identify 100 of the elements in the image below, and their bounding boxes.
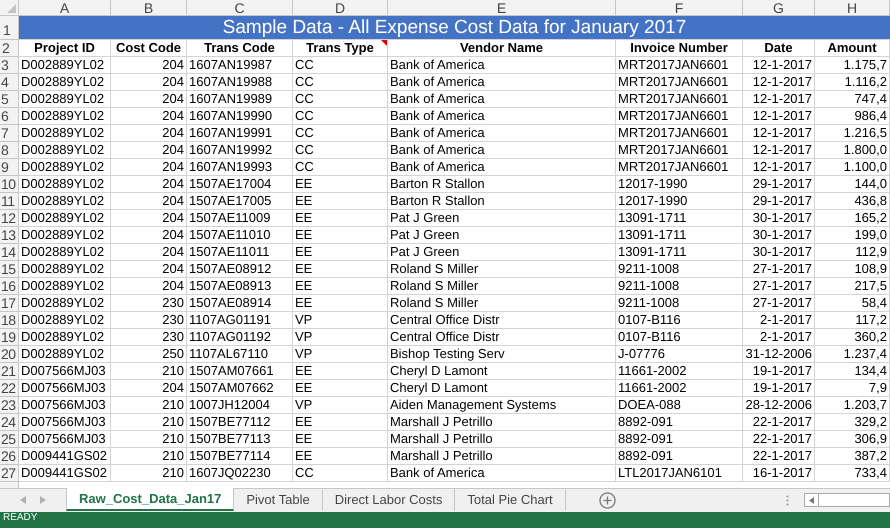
scroll-right-icon[interactable] bbox=[40, 496, 46, 504]
table-cell: D007566MJ03 bbox=[19, 414, 111, 431]
row-number[interactable]: 26 bbox=[0, 448, 19, 465]
row-number[interactable]: 21 bbox=[0, 363, 19, 380]
row-number[interactable]: 13 bbox=[0, 227, 19, 244]
row-number[interactable]: 1 bbox=[0, 16, 19, 40]
sheet-tab[interactable]: Total Pie Chart bbox=[455, 488, 566, 511]
table-cell: D002889YL02 bbox=[19, 210, 111, 227]
table-cell: 306,9 bbox=[815, 431, 890, 448]
table-cell: 1607AN19987 bbox=[187, 57, 293, 74]
table-cell: 12-1-2017 bbox=[743, 91, 815, 108]
table-cell: 27-1-2017 bbox=[743, 261, 815, 278]
table-cell: MRT2017JAN6601 bbox=[616, 159, 743, 176]
row-number[interactable]: 27 bbox=[0, 465, 19, 482]
table-cell: CC bbox=[293, 465, 388, 482]
table-cell: 204 bbox=[111, 193, 187, 210]
table-cell: 204 bbox=[111, 74, 187, 91]
table-cell: 1507AM07661 bbox=[187, 363, 293, 380]
table-cell: D007566MJ03 bbox=[19, 431, 111, 448]
row-number[interactable]: 24 bbox=[0, 414, 19, 431]
add-sheet-icon[interactable] bbox=[598, 492, 616, 509]
table-cell: 250 bbox=[111, 346, 187, 363]
table-cell: 13091-1711 bbox=[616, 244, 743, 261]
table-cell: Bank of America bbox=[388, 159, 616, 176]
column-heading-cell: Trans Code bbox=[187, 40, 293, 57]
row-number[interactable]: 8 bbox=[0, 142, 19, 159]
table-cell: Bank of America bbox=[388, 108, 616, 125]
table-cell: MRT2017JAN6601 bbox=[616, 125, 743, 142]
row-number[interactable]: 9 bbox=[0, 159, 19, 176]
table-cell: 1507AE08914 bbox=[187, 295, 293, 312]
table-cell: D007566MJ03 bbox=[19, 363, 111, 380]
row-number[interactable]: 12 bbox=[0, 210, 19, 227]
row-number[interactable]: 15 bbox=[0, 261, 19, 278]
table-cell: 1607JQ02230 bbox=[187, 465, 293, 482]
table-cell: 1.175,7 bbox=[815, 57, 890, 74]
row-header[interactable] bbox=[0, 482, 19, 488]
row-number[interactable]: 22 bbox=[0, 380, 19, 397]
scroll-left-icon[interactable] bbox=[20, 496, 26, 504]
splitter-dots-icon[interactable] bbox=[786, 495, 789, 506]
table-cell: 27-1-2017 bbox=[743, 278, 815, 295]
table-cell: 1107AL67110 bbox=[187, 346, 293, 363]
table-cell: CC bbox=[293, 142, 388, 159]
table-cell: 1607AN19988 bbox=[187, 74, 293, 91]
table-cell: EE bbox=[293, 414, 388, 431]
table-cell: EE bbox=[293, 363, 388, 380]
row-number[interactable]: 19 bbox=[0, 329, 19, 346]
table-cell: 12-1-2017 bbox=[743, 74, 815, 91]
table-cell: 1.100,0 bbox=[815, 159, 890, 176]
row-number[interactable]: 5 bbox=[0, 91, 19, 108]
table-cell: 30-1-2017 bbox=[743, 244, 815, 261]
table-cell: EE bbox=[293, 278, 388, 295]
row-number[interactable]: 18 bbox=[0, 312, 19, 329]
row-number[interactable]: 23 bbox=[0, 397, 19, 414]
table-cell: 19-1-2017 bbox=[743, 380, 815, 397]
sheet-tab[interactable]: Direct Labor Costs bbox=[322, 488, 456, 511]
table-cell: 204 bbox=[111, 261, 187, 278]
sheet-tab[interactable]: Raw_Cost_Data_Jan17 bbox=[66, 488, 234, 511]
table-cell: 12-1-2017 bbox=[743, 57, 815, 74]
row-number[interactable]: 20 bbox=[0, 346, 19, 363]
table-cell: Bank of America bbox=[388, 91, 616, 108]
table-cell: 210 bbox=[111, 448, 187, 465]
row-number[interactable]: 11 bbox=[0, 193, 19, 210]
table-cell: D002889YL02 bbox=[19, 346, 111, 363]
sheet-tab[interactable]: Pivot Table bbox=[234, 488, 323, 511]
row-number[interactable]: 4 bbox=[0, 74, 19, 91]
table-cell: D002889YL02 bbox=[19, 312, 111, 329]
row-number[interactable]: 17 bbox=[0, 295, 19, 312]
table-cell: 204 bbox=[111, 210, 187, 227]
table-cell: 19-1-2017 bbox=[743, 363, 815, 380]
row-number[interactable]: 10 bbox=[0, 176, 19, 193]
table-cell: 9211-1008 bbox=[616, 261, 743, 278]
scroll-left-icon[interactable] bbox=[808, 496, 814, 504]
table-cell: 144,0 bbox=[815, 176, 890, 193]
table-cell: 204 bbox=[111, 159, 187, 176]
table-cell: CC bbox=[293, 159, 388, 176]
table-cell: EE bbox=[293, 380, 388, 397]
horizontal-scrollbar[interactable] bbox=[804, 493, 890, 507]
table-cell: 11661-2002 bbox=[616, 363, 743, 380]
row-number[interactable]: 7 bbox=[0, 125, 19, 142]
row-number[interactable]: 3 bbox=[0, 57, 19, 74]
table-cell: EE bbox=[293, 176, 388, 193]
row-number[interactable]: 2 bbox=[0, 40, 19, 57]
table-cell: D002889YL02 bbox=[19, 176, 111, 193]
table-cell: EE bbox=[293, 448, 388, 465]
table-cell: 2-1-2017 bbox=[743, 329, 815, 346]
table-cell: EE bbox=[293, 193, 388, 210]
table-cell: 230 bbox=[111, 295, 187, 312]
row-number[interactable]: 6 bbox=[0, 108, 19, 125]
table-cell: 204 bbox=[111, 91, 187, 108]
table-cell: 747,4 bbox=[815, 91, 890, 108]
table-cell: 11661-2002 bbox=[616, 380, 743, 397]
table-cell: 30-1-2017 bbox=[743, 210, 815, 227]
row-number[interactable]: 14 bbox=[0, 244, 19, 261]
table-cell: MRT2017JAN6601 bbox=[616, 57, 743, 74]
row-number[interactable]: 25 bbox=[0, 431, 19, 448]
column-heading-cell: Amount bbox=[815, 40, 890, 57]
table-cell: 329,2 bbox=[815, 414, 890, 431]
table-cell: 1007JH12004 bbox=[187, 397, 293, 414]
row-number[interactable]: 16 bbox=[0, 278, 19, 295]
table-cell: Bank of America bbox=[388, 125, 616, 142]
